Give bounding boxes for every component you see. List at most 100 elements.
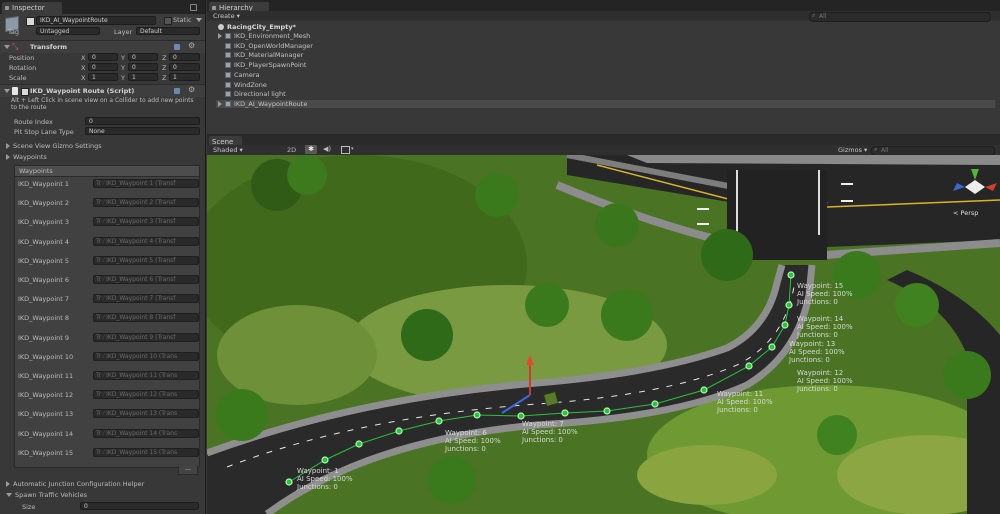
spawn-traffic-foldout[interactable]: Spawn Traffic Vehicles [6, 491, 87, 499]
waypoint-object-field[interactable]: Tr ⁄ IKD_Waypoint 10 (Trans [93, 351, 199, 361]
scale-y-field[interactable]: 1 [128, 73, 158, 81]
waypoint-list-item[interactable]: IKD_Waypoint 8 Tr ⁄ IKD_Waypoint 8 (Trans… [15, 313, 199, 324]
audio-toggle-icon[interactable]: ◀) [323, 145, 331, 153]
waypoint-object-field[interactable]: Tr ⁄ IKD_Waypoint 6 (Transf [93, 275, 199, 284]
waypoint-object-field[interactable]: Tr ⁄ IKD_Waypoint 1 (Transf [93, 179, 199, 188]
lighting-toggle-icon[interactable]: ✱ [305, 145, 317, 154]
layer-dropdown[interactable]: Default [136, 27, 200, 35]
script-component-header[interactable]: IKD_Waypoint Route (Script) ⚙ [0, 84, 205, 97]
scene-viewport[interactable]: Waypoint: 15 AI Speed: 100% Junctions: 0 Wa… [207, 155, 1000, 514]
waypoint-marker[interactable] [473, 411, 481, 419]
pit-stop-dropdown[interactable]: None [85, 127, 200, 135]
size-field[interactable]: 0 [80, 502, 199, 510]
hierarchy-item[interactable]: IKD_PlayerSpawnPoint [225, 61, 306, 69]
waypoint-list-item[interactable]: IKD_Waypoint 10 Tr ⁄ IKD_Waypoint 10 (Tra… [15, 351, 199, 363]
waypoint-marker[interactable] [435, 417, 443, 425]
waypoint-list-item[interactable]: IKD_Waypoint 12 Tr ⁄ IKD_Waypoint 12 (Tra… [15, 390, 199, 401]
expand-arrow-icon[interactable] [218, 100, 222, 107]
waypoint-list-item[interactable]: IKD_Waypoint 4 Tr ⁄ IKD_Waypoint 4 (Trans… [15, 236, 199, 248]
active-checkbox[interactable] [26, 17, 35, 26]
hierarchy-scene-row[interactable]: RacingCity_Empty* [218, 23, 296, 31]
waypoints-remove-button[interactable]: — [178, 466, 198, 475]
waypoint-object-field[interactable]: Tr ⁄ IKD_Waypoint 4 (Transf [93, 236, 199, 246]
mode-2d-toggle[interactable]: 2D [287, 146, 296, 154]
static-checkbox[interactable] [164, 17, 172, 25]
gizmos-dropdown[interactable]: Gizmos ▾ [838, 146, 867, 154]
transform-help-icon[interactable] [174, 44, 180, 50]
waypoint-list-item[interactable]: IKD_Waypoint 11 Tr ⁄ IKD_Waypoint 11 (Tra… [15, 371, 199, 382]
waypoint-list-item[interactable]: IKD_Waypoint 7 Tr ⁄ IKD_Waypoint 7 (Trans… [15, 294, 199, 305]
waypoint-list-item[interactable]: IKD_Waypoint 5 Tr ⁄ IKD_Waypoint 5 (Trans… [15, 255, 199, 267]
waypoint-marker[interactable] [561, 409, 569, 417]
waypoint-marker[interactable] [321, 456, 329, 464]
hierarchy-item[interactable]: Directional light [225, 90, 286, 98]
script-enabled-checkbox[interactable] [21, 88, 29, 96]
position-x-field[interactable]: 0 [88, 53, 118, 61]
hierarchy-item[interactable]: Camera [225, 71, 260, 79]
waypoint-object-field[interactable]: Tr ⁄ IKD_Waypoint 8 (Transf [93, 313, 199, 323]
waypoint-object-field[interactable]: Tr ⁄ IKD_Waypoint 7 (Transf [93, 294, 199, 304]
waypoint-marker[interactable] [517, 412, 525, 420]
waypoint-marker[interactable] [785, 301, 793, 309]
rotation-x-field[interactable]: 0 [88, 63, 118, 71]
waypoint-object-field[interactable]: Tr ⁄ IKD_Waypoint 13 (Trans [93, 409, 199, 419]
hierarchy-item[interactable]: IKD_Environment_Mesh [218, 32, 310, 40]
waypoint-marker[interactable] [768, 343, 776, 351]
waypoint-marker[interactable] [745, 362, 753, 370]
waypoint-object-field[interactable]: Tr ⁄ IKD_Waypoint 3 (Transf [93, 217, 199, 227]
waypoint-marker[interactable] [395, 427, 403, 435]
waypoint-object-field[interactable]: Tr ⁄ IKD_Waypoint 2 (Transf [93, 198, 199, 208]
waypoint-list-item[interactable]: IKD_Waypoint 13 Tr ⁄ IKD_Waypoint 13 (Tra… [15, 409, 199, 420]
persp-label[interactable]: < Persp [953, 209, 978, 217]
transform-gear-icon[interactable]: ⚙ [188, 41, 195, 50]
hierarchy-item[interactable]: WindZone [225, 81, 267, 89]
image-effects-dropdown-icon[interactable]: ▾ [351, 146, 354, 152]
route-index-field[interactable]: 0 [85, 117, 200, 125]
waypoint-list-item[interactable]: IKD_Waypoint 9 Tr ⁄ IKD_Waypoint 9 (Trans… [15, 332, 199, 344]
waypoint-marker[interactable] [781, 321, 789, 329]
inspector-lock-icon[interactable] [190, 4, 197, 11]
transform-header[interactable]: ⤡ Transform ⚙ [0, 40, 205, 53]
object-name-field[interactable]: IKD_AI_WaypointRoute [36, 16, 156, 25]
waypoint-marker[interactable] [651, 400, 659, 408]
waypoint-marker[interactable] [603, 407, 611, 415]
waypoint-object-field[interactable]: Tr ⁄ IKD_Waypoint 14 (Trans [93, 428, 199, 438]
rotation-y-field[interactable]: 0 [128, 63, 158, 71]
rotation-z-field[interactable]: 0 [169, 63, 200, 71]
waypoint-list-item[interactable]: IKD_Waypoint 3 Tr ⁄ IKD_Waypoint 3 (Trans… [15, 217, 199, 228]
waypoint-list-item[interactable]: IKD_Waypoint 6 Tr ⁄ IKD_Waypoint 6 (Trans… [15, 275, 199, 286]
waypoint-object-field[interactable]: Tr ⁄ IKD_Waypoint 11 (Trans [93, 371, 199, 380]
position-z-field[interactable]: 0 [169, 53, 200, 61]
auto-junction-foldout[interactable]: Automatic Junction Configuration Helper [6, 480, 144, 488]
waypoint-list-item[interactable]: IKD_Waypoint 14 Tr ⁄ IKD_Waypoint 14 (Tra… [15, 428, 199, 440]
expand-arrow-icon[interactable] [218, 33, 222, 39]
waypoint-list-item[interactable]: IKD_Waypoint 1 Tr ⁄ IKD_Waypoint 1 (Trans… [15, 179, 199, 190]
scale-x-field[interactable]: 1 [88, 73, 118, 81]
waypoint-marker[interactable] [285, 478, 293, 486]
tab-inspector[interactable]: Inspector [2, 2, 62, 14]
shading-mode-dropdown[interactable]: Shaded ▾ [213, 146, 243, 154]
waypoint-object-field[interactable]: Tr ⁄ IKD_Waypoint 12 (Trans [93, 390, 199, 400]
scale-z-field[interactable]: 1 [169, 73, 200, 81]
waypoints-foldout[interactable]: Waypoints [6, 153, 47, 161]
static-dropdown-icon[interactable] [196, 18, 202, 22]
hierarchy-item[interactable]: IKD_AI_WaypointRoute [216, 99, 995, 108]
waypoint-marker[interactable] [700, 386, 708, 394]
position-y-field[interactable]: 0 [128, 53, 158, 61]
waypoint-marker[interactable] [355, 440, 363, 448]
waypoint-marker[interactable] [787, 271, 795, 279]
hierarchy-create-button[interactable]: Create ▾ [213, 12, 240, 20]
waypoint-list-item[interactable]: IKD_Waypoint 2 Tr ⁄ IKD_Waypoint 2 (Trans… [15, 198, 199, 209]
waypoint-list-item[interactable]: IKD_Waypoint 15 Tr ⁄ IKD_Waypoint 15 (Tra… [15, 447, 199, 459]
waypoint-object-field[interactable]: Tr ⁄ IKD_Waypoint 15 (Trans [93, 447, 199, 457]
image-effects-icon[interactable] [341, 146, 350, 154]
tag-dropdown[interactable]: Untagged [36, 27, 100, 35]
gizmo-settings-foldout[interactable]: Scene View Gizmo Settings [6, 142, 102, 150]
script-gear-icon[interactable]: ⚙ [188, 85, 195, 94]
script-help-icon[interactable] [174, 88, 180, 94]
waypoint-object-field[interactable]: Tr ⁄ IKD_Waypoint 5 (Transf [93, 255, 199, 265]
hierarchy-item[interactable]: IKD_MaterialManager [225, 51, 303, 59]
hierarchy-item[interactable]: IKD_OpenWorldManager [225, 42, 313, 50]
hierarchy-search-input[interactable]: ⌕ All [809, 12, 991, 22]
waypoint-object-field[interactable]: Tr ⁄ IKD_Waypoint 9 (Transf [93, 332, 199, 342]
